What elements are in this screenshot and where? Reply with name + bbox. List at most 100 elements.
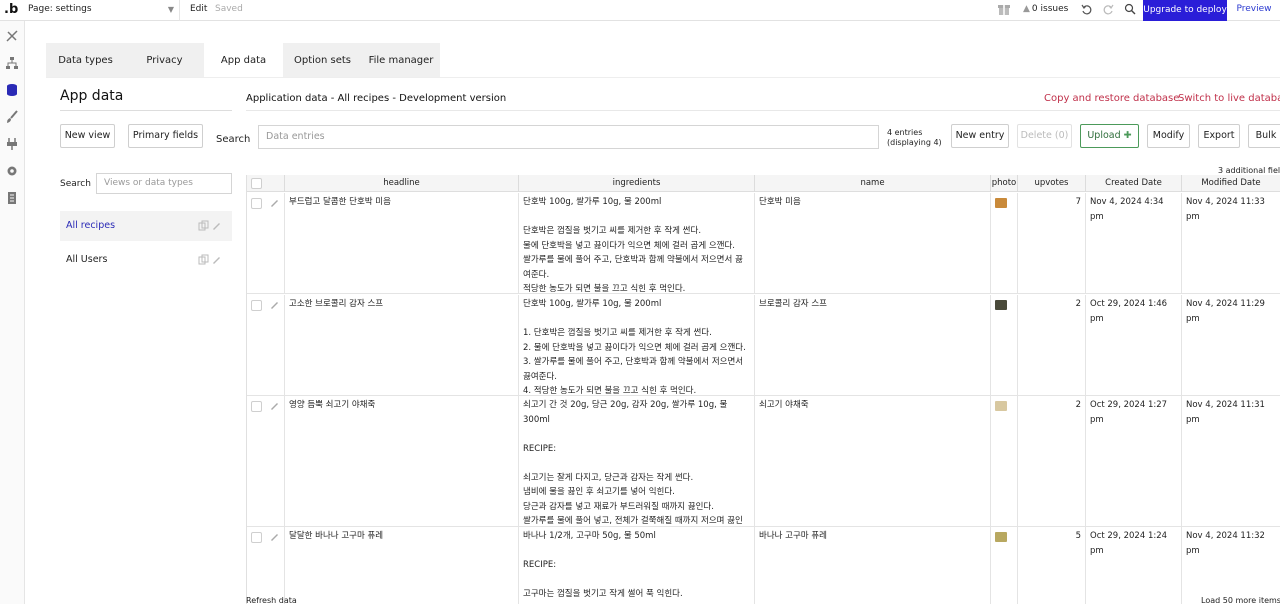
select-all-column[interactable] [247,175,285,192]
primary-fields-button[interactable]: Primary fields [128,124,203,148]
column-header[interactable]: ingredients [519,175,755,192]
photo-thumbnail[interactable] [995,198,1007,208]
cell-headline[interactable]: 부드럽고 달콤한 단호박 미음 [285,193,519,293]
cell-photo[interactable] [991,193,1018,293]
cell-created[interactable]: Nov 4, 2024 4:34 pm [1086,193,1182,293]
row-controls[interactable] [247,295,285,395]
tab-file-manager[interactable]: File manager [362,43,440,78]
cell-upvotes[interactable]: 2 [1018,396,1086,526]
preview-button[interactable]: Preview [1228,0,1280,21]
pencil-icon[interactable] [211,254,222,265]
switch-live-link[interactable]: Switch to live database [1178,93,1280,104]
delete-button[interactable]: Delete (0) [1017,124,1072,148]
upload-button[interactable]: Upload ✚ [1080,124,1139,148]
cell-modified[interactable]: Nov 4, 2024 11:31 pm [1182,396,1280,526]
cell-created[interactable]: Oct 29, 2024 1:46 pm [1086,295,1182,395]
cell-ingredients[interactable]: 바나나 1/2개, 고구마 50g, 물 50ml RECIPE: 고구마는 껍질을… [519,527,755,604]
edit-pencil-icon[interactable] [269,299,280,310]
cell-photo[interactable] [991,396,1018,526]
export-button[interactable]: Export [1198,124,1240,148]
photo-thumbnail[interactable] [995,401,1007,411]
entries-search-input[interactable]: Data entries [258,125,879,149]
column-header[interactable]: name [755,175,991,192]
cell-name[interactable]: 바나나 고구마 퓨레 [755,527,991,604]
tab-privacy[interactable]: Privacy [125,43,204,78]
sidebar-item-all-recipes[interactable]: All recipes [60,211,232,241]
cell-modified[interactable]: Nov 4, 2024 11:29 pm [1182,295,1280,395]
additional-fields[interactable]: 3 additional fields [1218,166,1280,175]
cell-name[interactable]: 단호박 미음 [755,193,991,293]
table-row[interactable]: 영양 듬뿍 쇠고기 야채죽 쇠고기 간 것 20g, 당근 20g, 감자 20g… [247,396,1280,527]
load-more-link[interactable]: Load 50 more items [1201,596,1280,604]
column-header[interactable]: headline [285,175,519,192]
table-row[interactable]: 고소한 브로콜리 감자 스프 단호박 100g, 쌀가루 10g, 물 200ml… [247,295,1280,396]
cell-upvotes[interactable]: 7 [1018,193,1086,293]
tab-data-types[interactable]: Data types [46,43,125,78]
cell-headline[interactable]: 고소한 브로콜리 감자 스프 [285,295,519,395]
cell-photo[interactable] [991,527,1018,604]
select-all-checkbox[interactable] [251,178,262,189]
gift-icon[interactable] [997,2,1011,16]
cell-created[interactable]: Oct 29, 2024 1:24 pm [1086,527,1182,604]
cell-ingredients[interactable]: 단호박 100g, 쌀가루 10g, 물 200ml 단호박은 껍질을 벗기고 씨… [519,193,755,293]
pencil-icon[interactable] [211,220,222,231]
database-icon[interactable] [5,83,19,97]
refresh-data-link[interactable]: Refresh data [246,596,297,604]
column-header[interactable]: photo [991,175,1018,192]
new-entry-button[interactable]: New entry [951,124,1009,148]
cell-name[interactable]: 브로콜리 감자 스프 [755,295,991,395]
photo-thumbnail[interactable] [995,532,1007,542]
cell-headline[interactable]: 달달한 바나나 고구마 퓨레 [285,527,519,604]
cell-created[interactable]: Oct 29, 2024 1:27 pm [1086,396,1182,526]
cell-headline[interactable]: 영양 듬뿍 쇠고기 야채죽 [285,396,519,526]
cell-name[interactable]: 쇠고기 야채죽 [755,396,991,526]
logs-icon[interactable] [5,191,19,205]
cell-ingredients[interactable]: 쇠고기 간 것 20g, 당근 20g, 감자 20g, 쌀가루 10g, 물 … [519,396,755,526]
table-row[interactable]: 부드럽고 달콤한 단호박 미음 단호박 100g, 쌀가루 10g, 물 200m… [247,193,1280,294]
issues-indicator[interactable]: ▲ 0 issues [1023,4,1068,14]
copy-icon[interactable] [198,220,209,231]
row-checkbox[interactable] [251,401,262,412]
edit-menu[interactable]: Edit [190,4,207,14]
page-selector[interactable]: Page: settings ▼ [25,0,180,21]
cell-modified[interactable]: Nov 4, 2024 11:32 pm [1182,527,1280,604]
cell-modified[interactable]: Nov 4, 2024 11:33 pm [1182,193,1280,293]
brush-icon[interactable] [5,110,19,124]
design-tools-icon[interactable] [5,29,19,43]
new-view-button[interactable]: New view [60,124,115,148]
row-checkbox[interactable] [251,198,262,209]
edit-pencil-icon[interactable] [269,197,280,208]
upgrade-button[interactable]: Upgrade to deploy [1143,0,1227,21]
redo-icon[interactable] [1102,3,1114,15]
undo-icon[interactable] [1081,3,1093,15]
edit-pencil-icon[interactable] [269,531,280,542]
cell-upvotes[interactable]: 2 [1018,295,1086,395]
row-controls[interactable] [247,396,285,526]
row-checkbox[interactable] [251,532,262,543]
row-checkbox[interactable] [251,300,262,311]
row-controls[interactable] [247,527,285,604]
cell-ingredients[interactable]: 단호박 100g, 쌀가루 10g, 물 200ml 1. 단호박은 껍질을 벗기… [519,295,755,395]
column-header[interactable]: Created Date [1086,175,1182,192]
modify-button[interactable]: Modify [1147,124,1190,148]
table-row[interactable]: 달달한 바나나 고구마 퓨레 바나나 1/2개, 고구마 50g, 물 50ml R… [247,527,1280,604]
column-header[interactable]: Modified Date [1182,175,1280,192]
workflow-icon[interactable] [5,56,19,70]
cell-upvotes[interactable]: 5 [1018,527,1086,604]
bulk-button[interactable]: Bulk [1248,124,1280,148]
photo-thumbnail[interactable] [995,300,1007,310]
copy-restore-link[interactable]: Copy and restore database [1044,93,1179,104]
cell-photo[interactable] [991,295,1018,395]
column-header[interactable]: upvotes [1018,175,1086,192]
plugin-icon[interactable] [5,137,19,151]
sidebar-search-input[interactable]: Views or data types [96,173,232,194]
tab-option-sets[interactable]: Option sets [283,43,362,78]
bubble-logo[interactable]: .b [4,2,18,17]
gear-icon[interactable] [5,164,19,178]
search-icon[interactable] [1124,3,1136,15]
tab-app-data[interactable]: App data [204,43,283,78]
sidebar-item-all-users[interactable]: All Users [60,245,232,275]
copy-icon[interactable] [198,254,209,265]
edit-pencil-icon[interactable] [269,400,280,411]
row-controls[interactable] [247,193,285,293]
